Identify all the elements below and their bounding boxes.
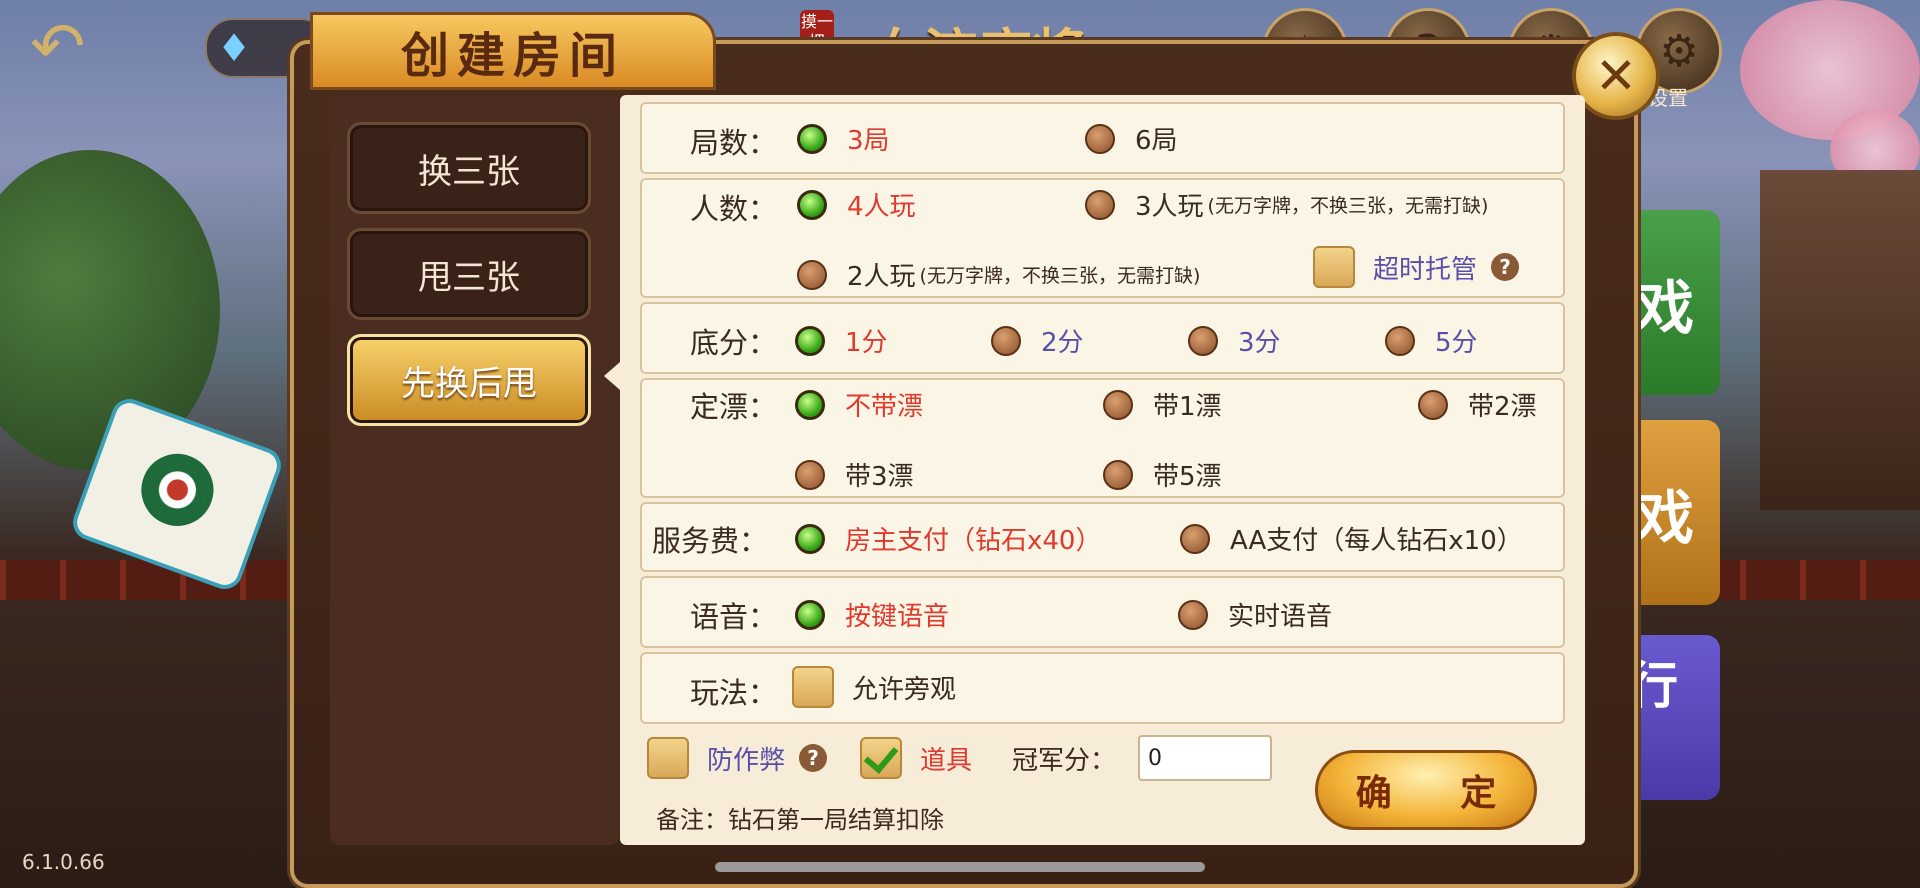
help-icon[interactable]: ?	[799, 744, 828, 772]
back-arrow-icon[interactable]: ↶	[30, 8, 85, 85]
radio-icon	[1085, 123, 1115, 154]
radio-icon	[1385, 325, 1415, 356]
mode-tab-shuai-san-zhang[interactable]: 甩三张	[347, 228, 591, 320]
option-label: 2人玩	[847, 262, 916, 292]
fee-option-host[interactable]: 房主支付（钻石x40）	[795, 520, 1101, 557]
option-label: 带2漂	[1468, 392, 1537, 422]
fee-label: 服务费：	[652, 524, 769, 558]
checkbox-icon	[792, 666, 834, 708]
help-icon[interactable]: ?	[1491, 253, 1520, 281]
option-label: 3局	[847, 126, 890, 156]
option-label: 带5漂	[1153, 462, 1222, 492]
rounds-option-3[interactable]: 3局	[797, 120, 890, 157]
close-icon: ✕	[1595, 47, 1637, 105]
option-label: 按键语音	[845, 602, 950, 632]
radio-selected-icon	[795, 599, 825, 630]
timeout-hosting-option[interactable]: 超时托管?	[1313, 246, 1520, 288]
diamond-icon: ♦	[217, 26, 252, 70]
piao-option-none[interactable]: 不带漂	[795, 386, 923, 423]
champion-score-label: 冠军分：	[1012, 746, 1117, 776]
active-mode-pointer	[604, 362, 620, 390]
note-text: 备注：钻石第一局结算扣除	[656, 806, 944, 834]
radio-icon	[1178, 599, 1208, 630]
option-label: 实时语音	[1228, 602, 1333, 632]
option-label: 带1漂	[1153, 392, 1222, 422]
radio-selected-icon	[797, 189, 827, 220]
radio-icon	[1103, 459, 1133, 490]
dialog-title: 创建房间	[400, 28, 625, 84]
option-label: 超时托管	[1373, 254, 1478, 285]
radio-icon	[1188, 325, 1218, 356]
players-label: 人数：	[690, 192, 778, 226]
piao-option-2[interactable]: 带2漂	[1418, 386, 1537, 423]
voice-option-realtime[interactable]: 实时语音	[1178, 596, 1332, 633]
radio-icon	[1418, 389, 1448, 420]
close-button[interactable]: ✕	[1572, 32, 1660, 120]
piao-option-1[interactable]: 带1漂	[1103, 386, 1222, 423]
confirm-button[interactable]: 确 定	[1315, 750, 1537, 830]
checkbox-icon	[1313, 246, 1355, 288]
voice-row	[640, 576, 1565, 648]
allow-spectate-option[interactable]: 允许旁观	[792, 666, 956, 708]
rounds-option-6[interactable]: 6局	[1085, 120, 1178, 157]
radio-icon	[991, 325, 1021, 356]
option-label: 3人玩	[1135, 192, 1204, 222]
piao-option-3[interactable]: 带3漂	[795, 456, 914, 493]
piao-option-5[interactable]: 带5漂	[1103, 456, 1222, 493]
fee-option-aa[interactable]: AA支付（每人钻石x10）	[1180, 520, 1523, 557]
option-label: 3分	[1238, 328, 1281, 358]
version-label: 6.1.0.66	[22, 850, 105, 874]
option-note: (无万字牌，不换三张，无需打缺)	[1207, 195, 1489, 217]
base-score-option-5[interactable]: 5分	[1385, 322, 1478, 359]
option-label: AA支付（每人钻石x10）	[1230, 526, 1523, 556]
home-indicator	[715, 862, 1205, 872]
anti-cheat-option[interactable]: 防作弊?	[647, 737, 828, 779]
radio-selected-icon	[795, 523, 825, 554]
pagoda-building	[1760, 170, 1920, 510]
voice-label: 语音：	[690, 600, 778, 634]
players-option-4[interactable]: 4人玩	[797, 186, 916, 223]
checkbox-checked-icon	[860, 737, 902, 779]
option-label: 5分	[1435, 328, 1478, 358]
players-option-2[interactable]: 2人玩 (无万字牌，不换三张，无需打缺)	[797, 256, 1200, 293]
radio-icon	[1103, 389, 1133, 420]
radio-icon	[1180, 523, 1210, 554]
base-score-option-2[interactable]: 2分	[991, 322, 1084, 359]
props-option[interactable]: 道具	[860, 737, 972, 779]
radio-selected-icon	[797, 123, 827, 154]
play-row	[640, 652, 1565, 724]
option-label: 不带漂	[845, 392, 924, 422]
players-option-3[interactable]: 3人玩 (无万字牌，不换三张，无需打缺)	[1085, 186, 1488, 223]
radio-selected-icon	[795, 389, 825, 420]
champion-score-input[interactable]	[1138, 735, 1272, 781]
option-label: 允许旁观	[852, 674, 957, 705]
option-label: 6局	[1135, 126, 1178, 156]
radio-icon	[797, 259, 827, 290]
radio-icon	[1085, 189, 1115, 220]
base-score-option-1[interactable]: 1分	[795, 322, 888, 359]
option-label: 房主支付（钻石x40）	[845, 526, 1102, 556]
base-score-label: 底分：	[690, 326, 778, 360]
play-label: 玩法：	[690, 676, 778, 710]
mode-tab-xian-huan-hou-shuai[interactable]: 先换后甩	[347, 334, 591, 426]
base-score-option-3[interactable]: 3分	[1188, 322, 1281, 359]
radio-icon	[795, 459, 825, 490]
option-label: 带3漂	[845, 462, 914, 492]
option-label: 2分	[1041, 328, 1084, 358]
option-label: 道具	[920, 745, 973, 776]
checkbox-icon	[647, 737, 689, 779]
voice-option-button[interactable]: 按键语音	[795, 596, 949, 633]
piao-label: 定漂：	[690, 390, 778, 424]
option-note: (无万字牌，不换三张，无需打缺)	[919, 265, 1201, 287]
dialog-title-tab: 创建房间	[310, 12, 716, 90]
radio-selected-icon	[795, 325, 825, 356]
rounds-label: 局数：	[690, 126, 778, 160]
option-label: 4人玩	[847, 192, 916, 222]
mode-tab-huan-san-zhang[interactable]: 换三张	[347, 122, 591, 214]
option-label: 防作弊	[707, 745, 786, 776]
option-label: 1分	[845, 328, 888, 358]
